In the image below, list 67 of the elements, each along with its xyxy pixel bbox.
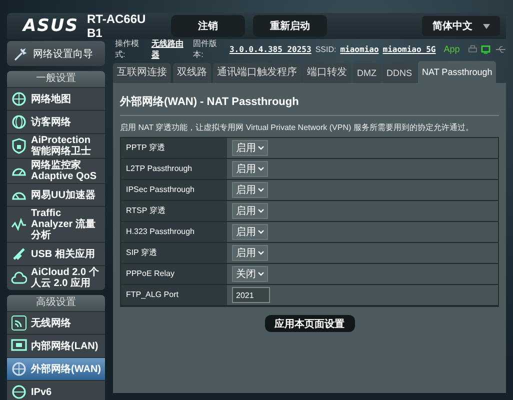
firmware-link[interactable]: 3.0.0.4.385_20253: [229, 44, 312, 54]
menu-item[interactable]: AiProtection 智能网络卫士: [7, 133, 105, 158]
tab[interactable]: 双线路: [173, 63, 211, 83]
menu-item[interactable]: Traffic Analyzer 流量分析: [7, 206, 105, 242]
ssid-link[interactable]: miaomiao_5G: [382, 44, 436, 54]
setting-label: RTSP 穿透: [121, 201, 227, 222]
monitor-icon: [11, 338, 27, 354]
language-select[interactable]: 简体中文: [422, 16, 500, 36]
tab[interactable]: 通讯端口触发程序: [213, 63, 301, 83]
chevron-icon: [258, 167, 264, 171]
setting-label: FTP_ALG Port: [121, 285, 227, 306]
setting-label: PPPoE Relay: [121, 264, 227, 285]
logout-button[interactable]: 注销: [171, 15, 245, 37]
tab[interactable]: DDNS: [382, 63, 416, 83]
shield-icon: [11, 138, 27, 154]
ssid-link[interactable]: miaomiao: [340, 44, 379, 54]
globe-icon: [11, 361, 27, 377]
printer-icon[interactable]: [468, 44, 478, 54]
wand-icon: [12, 46, 28, 62]
menu-item[interactable]: 网络监控家 Adaptive QoS: [7, 158, 105, 183]
panel-title: 外部网络(WAN) - NAT Passthrough: [120, 94, 300, 110]
mode-link[interactable]: 无线路由器: [151, 38, 190, 60]
port-input[interactable]: 2021: [232, 287, 270, 303]
tab[interactable]: DMZ: [353, 63, 380, 83]
chevron-icon: [258, 146, 264, 150]
option-select[interactable]: 启用: [232, 182, 268, 198]
wifi-icon: [11, 315, 27, 331]
chevron-icon: [258, 272, 264, 276]
caret-icon: [482, 24, 490, 28]
section-header: 高级设置: [7, 295, 105, 311]
setting-label: L2TP Passthrough: [121, 159, 227, 180]
tab[interactable]: NAT Passthrough: [418, 61, 496, 83]
mode-label: 操作模式:: [115, 38, 140, 60]
menu-item[interactable]: AiCloud 2.0 个人云 2.0 应用: [7, 265, 105, 290]
model-name: RT-AC66U B1: [87, 12, 147, 40]
apply-button[interactable]: 应用本页面设置: [264, 315, 354, 332]
setting-label: SIP 穿透: [121, 243, 227, 264]
menu-item[interactable]: IPv6: [7, 380, 105, 400]
option-select[interactable]: 启用: [232, 161, 268, 177]
option-select[interactable]: 启用: [232, 245, 268, 261]
section-header: 一般设置: [7, 71, 105, 87]
panel-description: 启用 NAT 穿透功能，让虚拟专用网 Virtual Private Network (VPN) 服务所需要用到的协定允许通过。: [120, 122, 474, 133]
tab[interactable]: 互联网连接: [113, 63, 171, 83]
chart-icon: [11, 216, 27, 232]
cloud-icon: [11, 270, 27, 286]
option-select[interactable]: 启用: [232, 140, 268, 156]
chevron-icon: [258, 209, 264, 213]
setting-label: IPSec Passthrough: [121, 180, 227, 201]
option-select[interactable]: 启用: [232, 224, 268, 240]
monitor-icon[interactable]: [481, 44, 491, 54]
setting-label: H.323 Passthrough: [121, 222, 227, 243]
firmware-label: 固件版本:: [193, 38, 218, 60]
chevron-icon: [258, 188, 264, 192]
setup-wizard-button[interactable]: 网络设置向导: [7, 41, 105, 66]
globe-icon: [11, 114, 27, 130]
reboot-button[interactable]: 重新启动: [253, 15, 327, 37]
tab[interactable]: 端口转发: [303, 63, 351, 83]
globe-icon: [11, 384, 27, 400]
ssid-label: SSID:: [315, 44, 336, 54]
option-select[interactable]: 启用: [232, 203, 268, 219]
app-link[interactable]: App: [444, 44, 460, 54]
setting-label: PPTP 穿透: [121, 138, 227, 159]
chevron-icon: [258, 251, 264, 255]
chevron-icon: [258, 230, 264, 234]
option-select[interactable]: 关闭: [232, 266, 268, 282]
menu-item[interactable]: 外部网络(WAN): [7, 357, 105, 380]
brand-logo: ASUS: [23, 16, 79, 36]
